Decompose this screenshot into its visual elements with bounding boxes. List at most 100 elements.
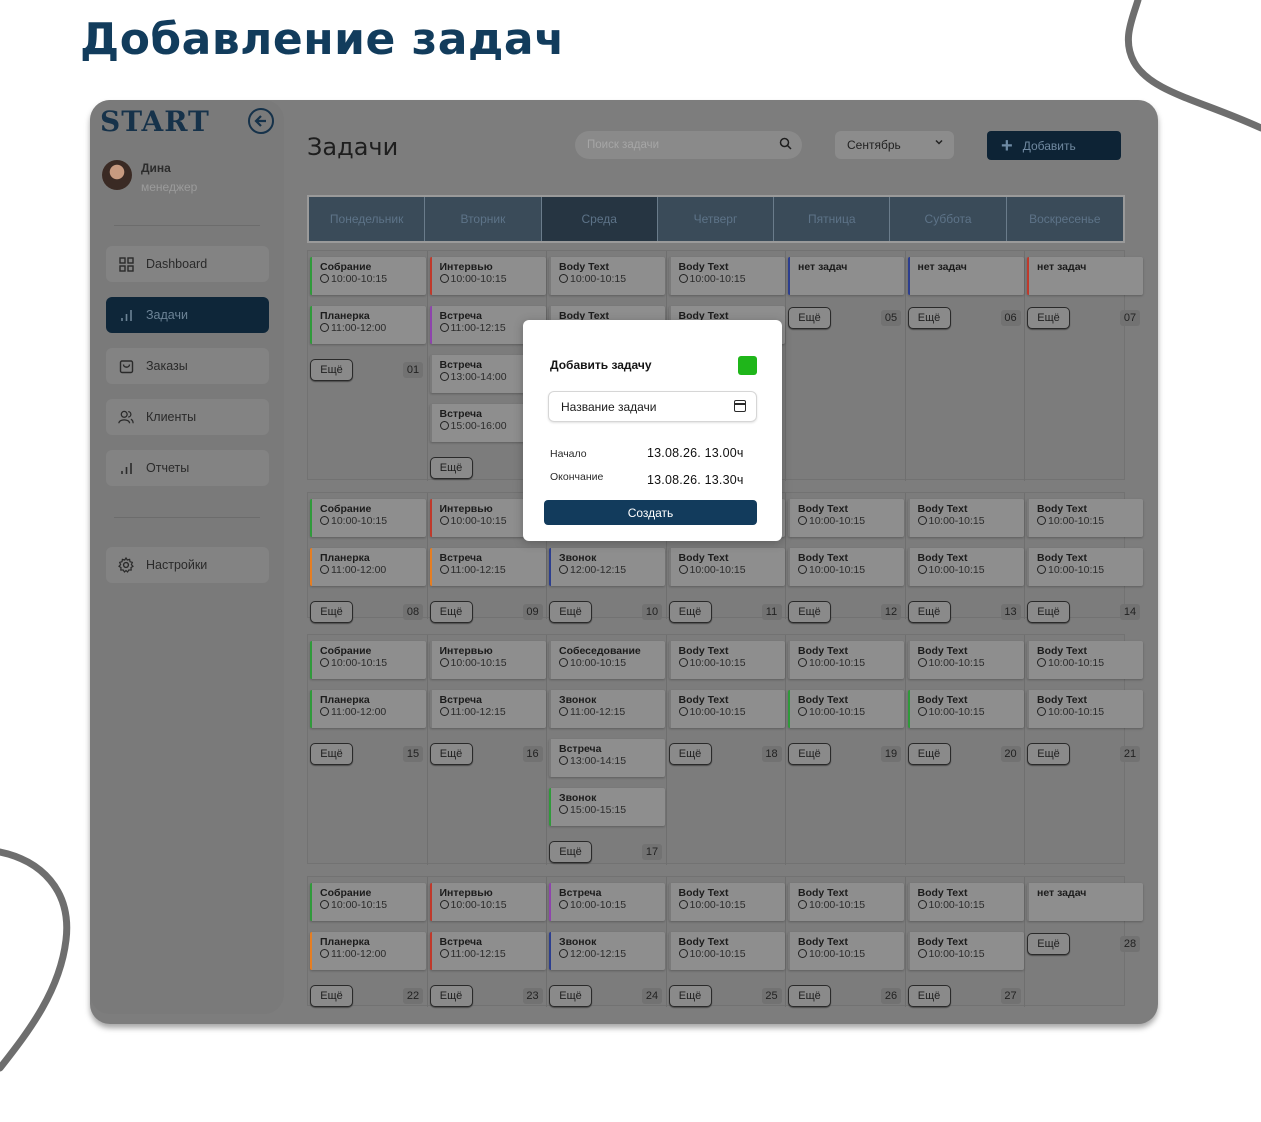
sidebar-item-clients[interactable]: Клиенты [106, 399, 269, 435]
task-card[interactable]: нет задач [1027, 883, 1143, 921]
more-tasks-button[interactable]: Ещё [429, 985, 473, 1007]
task-card[interactable]: Body Text10:00-10:15 [907, 548, 1024, 586]
more-tasks-button[interactable]: Ещё [668, 743, 712, 765]
task-card[interactable]: нет задач [1027, 257, 1143, 295]
more-tasks-button[interactable]: Ещё [310, 743, 353, 765]
more-tasks-button[interactable]: Ещё [310, 985, 353, 1007]
task-card[interactable]: Body Text10:00-10:15 [788, 883, 904, 921]
task-card[interactable]: Звонок 12:00-12:15 [549, 932, 665, 970]
task-title: Body Text [678, 645, 729, 657]
more-tasks-button[interactable]: Ещё [788, 985, 831, 1007]
task-card[interactable]: Встреча 11:00-12:15 [429, 932, 546, 970]
task-card[interactable]: Body Text10:00-10:15 [907, 499, 1024, 537]
more-tasks-button[interactable]: Ещё [788, 307, 831, 329]
task-card[interactable]: Body Text10:00-10:15 [907, 641, 1024, 679]
task-card[interactable]: Body Text10:00-10:15 [788, 641, 904, 679]
more-tasks-button[interactable]: Ещё [549, 841, 592, 863]
calendar-icon[interactable] [734, 400, 746, 412]
task-card[interactable]: Звонок 15:00-15:15 [549, 788, 665, 826]
task-card[interactable]: Собрание 10:00-10:15 [310, 499, 426, 537]
more-tasks-button[interactable]: Ещё [788, 743, 831, 765]
end-value[interactable]: 13.08.26. 13.30ч [647, 473, 744, 487]
sidebar-item-tasks[interactable]: Задачи [106, 297, 269, 333]
task-card[interactable]: Body Text10:00-10:15 [549, 257, 665, 295]
task-card[interactable]: Body Text10:00-10:15 [788, 690, 904, 728]
sidebar-item-settings[interactable]: Настройки [106, 547, 269, 583]
more-tasks-button[interactable]: Ещё [1027, 307, 1070, 329]
task-card[interactable]: Body Text10:00-10:15 [668, 883, 785, 921]
task-card[interactable]: Встреча 11:00-12:15 [429, 690, 546, 728]
task-card[interactable]: Интервью 10:00-10:15 [429, 641, 546, 679]
task-card[interactable]: Body Text10:00-10:15 [1027, 548, 1143, 586]
task-card[interactable]: Body Text10:00-10:15 [668, 548, 785, 586]
task-card[interactable]: Body Text10:00-10:15 [1027, 499, 1143, 537]
more-tasks-button[interactable]: Ещё [788, 601, 831, 623]
task-card[interactable]: Планерка 11:00-12:00 [310, 932, 426, 970]
more-tasks-button[interactable]: Ещё [429, 457, 473, 479]
task-card[interactable]: Body Text10:00-10:15 [668, 690, 785, 728]
more-tasks-button[interactable]: Ещё [907, 601, 951, 623]
task-card[interactable]: Встреча 11:00-12:15 [429, 548, 546, 586]
task-card[interactable]: Звонок 11:00-12:15 [549, 690, 665, 728]
sidebar-item-orders[interactable]: Заказы [106, 348, 269, 384]
task-card[interactable]: нет задач [907, 257, 1024, 295]
task-card[interactable]: Body Text10:00-10:15 [668, 932, 785, 970]
more-tasks-button[interactable]: Ещё [429, 743, 473, 765]
task-color-picker[interactable] [738, 356, 757, 375]
task-card[interactable]: Планерка 11:00-12:00 [310, 548, 426, 586]
task-card[interactable]: Body Text10:00-10:15 [788, 499, 904, 537]
more-tasks-button[interactable]: Ещё [907, 743, 951, 765]
clock-icon [559, 805, 568, 814]
clock-icon [1037, 707, 1046, 716]
task-card[interactable]: Body Text10:00-10:15 [1027, 641, 1143, 679]
more-tasks-button[interactable]: Ещё [310, 601, 353, 623]
task-card[interactable]: Body Text10:00-10:15 [788, 548, 904, 586]
more-tasks-button[interactable]: Ещё [1027, 743, 1070, 765]
task-card[interactable]: Интервью 10:00-10:15 [429, 883, 546, 921]
task-card[interactable]: Собрание 10:00-10:15 [310, 257, 426, 295]
avatar[interactable] [102, 160, 132, 190]
more-tasks-button[interactable]: Ещё [549, 985, 592, 1007]
more-tasks-button[interactable]: Ещё [1027, 601, 1070, 623]
task-card[interactable]: Body Text10:00-10:15 [668, 641, 785, 679]
task-card[interactable]: Собеседование 10:00-10:15 [549, 641, 665, 679]
task-card[interactable]: Body Text10:00-10:15 [1027, 690, 1143, 728]
task-title: Body Text [678, 936, 729, 948]
more-tasks-button[interactable]: Ещё [549, 601, 592, 623]
task-name-input[interactable]: Название задачи [548, 391, 757, 422]
create-task-button[interactable]: Создать [544, 500, 757, 525]
task-time: 10:00-10:15 [1037, 657, 1143, 670]
task-card[interactable]: Body Text10:00-10:15 [907, 883, 1024, 921]
task-card[interactable]: Body Text10:00-10:15 [788, 932, 904, 970]
task-card[interactable]: нет задач [788, 257, 904, 295]
task-card[interactable]: Встреча 10:00-10:15 [549, 883, 665, 921]
task-card[interactable]: Собрание 10:00-10:15 [310, 883, 426, 921]
task-time: 12:00-12:15 [559, 948, 665, 961]
collapse-sidebar-button[interactable] [248, 108, 274, 134]
users-icon [118, 409, 134, 425]
task-card[interactable]: Встреча 13:00-14:15 [549, 739, 665, 777]
user-name: Дина [141, 161, 171, 175]
more-tasks-button[interactable]: Ещё [668, 601, 712, 623]
more-tasks-button[interactable]: Ещё [907, 307, 951, 329]
more-tasks-button[interactable]: Ещё [907, 985, 951, 1007]
search-input[interactable]: Поиск задачи [575, 131, 802, 159]
task-card[interactable]: Body Text10:00-10:15 [907, 690, 1024, 728]
add-task-button[interactable]: + Добавить [987, 131, 1121, 160]
more-tasks-button[interactable]: Ещё [429, 601, 473, 623]
task-card[interactable]: Интервью 10:00-10:15 [429, 257, 546, 295]
task-card[interactable]: Планерка 11:00-12:00 [310, 306, 426, 344]
more-tasks-button[interactable]: Ещё [668, 985, 712, 1007]
start-value[interactable]: 13.08.26. 13.00ч [647, 446, 744, 460]
more-tasks-button[interactable]: Ещё [1027, 933, 1070, 955]
task-card[interactable]: Звонок 12:00-12:15 [549, 548, 665, 586]
month-select[interactable]: Сентябрь [835, 131, 954, 159]
sidebar-item-reports[interactable]: Отчеты [106, 450, 269, 486]
task-card[interactable]: Body Text10:00-10:15 [907, 932, 1024, 970]
task-card[interactable]: Body Text10:00-10:15 [668, 257, 785, 295]
task-card[interactable]: Планерка 11:00-12:00 [310, 690, 426, 728]
sidebar-item-dashboard[interactable]: Dashboard [106, 246, 269, 282]
task-card[interactable]: Собрание 10:00-10:15 [310, 641, 426, 679]
more-tasks-button[interactable]: Ещё [310, 359, 353, 381]
task-time: 10:00-10:15 [678, 706, 785, 719]
